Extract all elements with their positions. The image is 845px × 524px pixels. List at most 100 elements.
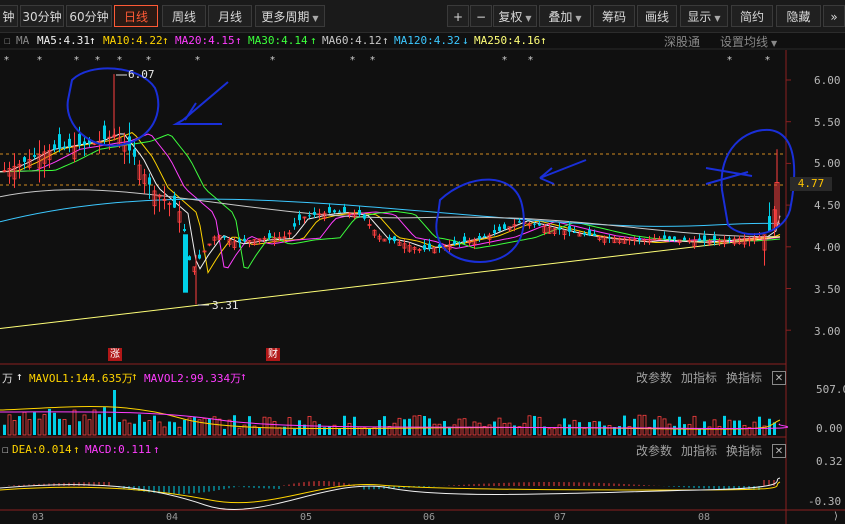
candle-body (573, 232, 576, 234)
volume-bar (642, 414, 647, 436)
volume-bar (208, 418, 211, 435)
volume-bar (298, 420, 301, 435)
volume-bar (452, 424, 457, 436)
macd-switch-indicator-link[interactable]: 换指标 (726, 442, 762, 459)
candle-body (268, 233, 271, 238)
volume-bar (37, 418, 42, 436)
volume-switch-indicator-link[interactable]: 换指标 (726, 369, 762, 386)
volume-bar (557, 424, 562, 436)
price-tick: 3.50 (814, 283, 841, 296)
volume-bar (537, 416, 542, 436)
event-marker-icon: * (502, 55, 507, 66)
volume-bar (12, 420, 17, 436)
candle-body (393, 236, 396, 242)
volume-bar (98, 414, 101, 435)
candle-body (23, 157, 26, 162)
price-tick: 4.00 (814, 241, 841, 254)
price-tick: 4.50 (814, 199, 841, 212)
volume-bar (168, 421, 171, 435)
candle-body (713, 235, 716, 241)
date-tick: 04 (166, 512, 179, 523)
volume-bar (3, 424, 6, 435)
volume-bar (347, 422, 352, 436)
candle-body (33, 155, 36, 157)
macd-close-icon[interactable]: ✕ (772, 444, 786, 458)
volume-bar (7, 414, 12, 436)
volume-bar (568, 424, 571, 435)
candle-body (358, 210, 361, 215)
candle-body (518, 221, 521, 223)
candle-body (388, 237, 391, 241)
scroll-right-icon[interactable]: ⟩ (829, 510, 843, 524)
candle-body (343, 206, 346, 213)
volume-bar (383, 416, 386, 435)
volume-bar (162, 426, 167, 436)
volume-bar (683, 424, 686, 435)
macd-edit-params-link[interactable]: 改参数 (636, 442, 672, 459)
volume-bar (368, 428, 371, 435)
event-marker-icon: * (74, 55, 79, 66)
volume-bar (58, 418, 61, 435)
candle-body (198, 254, 201, 259)
volume-bar (563, 418, 566, 435)
volume-bar (742, 424, 747, 436)
candle-body (483, 235, 486, 238)
event-badge-financial[interactable]: 财 (266, 348, 280, 361)
candle-body (498, 226, 501, 231)
volume-bar (227, 419, 232, 436)
volume-bar (343, 415, 346, 435)
up-arrow-icon: ↑ (240, 370, 247, 383)
candle-body (103, 125, 106, 140)
event-marker-icon: * (146, 55, 151, 66)
volume-bar (653, 419, 656, 435)
candle-body (668, 236, 671, 240)
current-price-tag: 4.77 (790, 177, 832, 191)
macd-add-indicator-link[interactable]: 加指标 (681, 442, 717, 459)
event-badge-limit-up[interactable]: 涨 (108, 348, 122, 361)
event-marker-icon: * (727, 55, 732, 66)
volume-add-indicator-link[interactable]: 加指标 (681, 369, 717, 386)
candle-body (568, 226, 571, 232)
volume-edit-params-link[interactable]: 改参数 (636, 369, 672, 386)
volume-bar (72, 409, 77, 436)
volume-bar (657, 416, 662, 436)
volume-bar (237, 427, 242, 436)
volume-bar (692, 415, 697, 436)
candle-body (593, 233, 596, 236)
volume-bar (78, 421, 81, 435)
low-price-label: 3.31 (212, 299, 239, 312)
volume-bar (533, 415, 536, 435)
candle-body (673, 236, 676, 240)
mavol1-value: MAVOL1:144.635万 (29, 372, 133, 385)
volume-bar (552, 428, 557, 436)
ma250-line (0, 236, 781, 330)
up-arrow-icon: ↑ (73, 443, 80, 456)
price-tick: 3.00 (814, 325, 841, 338)
candle-body (133, 149, 136, 157)
volume-close-icon[interactable]: ✕ (772, 371, 786, 385)
candle-body (238, 239, 241, 243)
volume-bar (637, 414, 642, 436)
volume-bar (287, 417, 292, 436)
date-tick: 07 (554, 512, 567, 523)
volume-bar (687, 423, 692, 436)
volume-bar (387, 425, 392, 436)
volume-bar (262, 416, 267, 436)
handdrawn-arrow (705, 167, 753, 185)
macd-tick: -0.30 (808, 495, 842, 508)
volume-bar (328, 426, 331, 435)
volume-bar (603, 425, 606, 435)
event-marker-icon: * (350, 55, 355, 66)
price-tick: 5.00 (814, 157, 841, 170)
volume-bar (493, 421, 496, 435)
candle-body (63, 146, 66, 148)
candle-body (223, 236, 226, 238)
candle-body (768, 216, 771, 232)
macd-settings-icon[interactable]: ☐ (2, 443, 9, 456)
volume-bar (527, 415, 532, 436)
volume-bar (673, 425, 676, 435)
candle-body (428, 243, 431, 249)
volume-bar (267, 417, 272, 436)
volume-bar (202, 418, 207, 436)
volume-bar (412, 415, 417, 436)
